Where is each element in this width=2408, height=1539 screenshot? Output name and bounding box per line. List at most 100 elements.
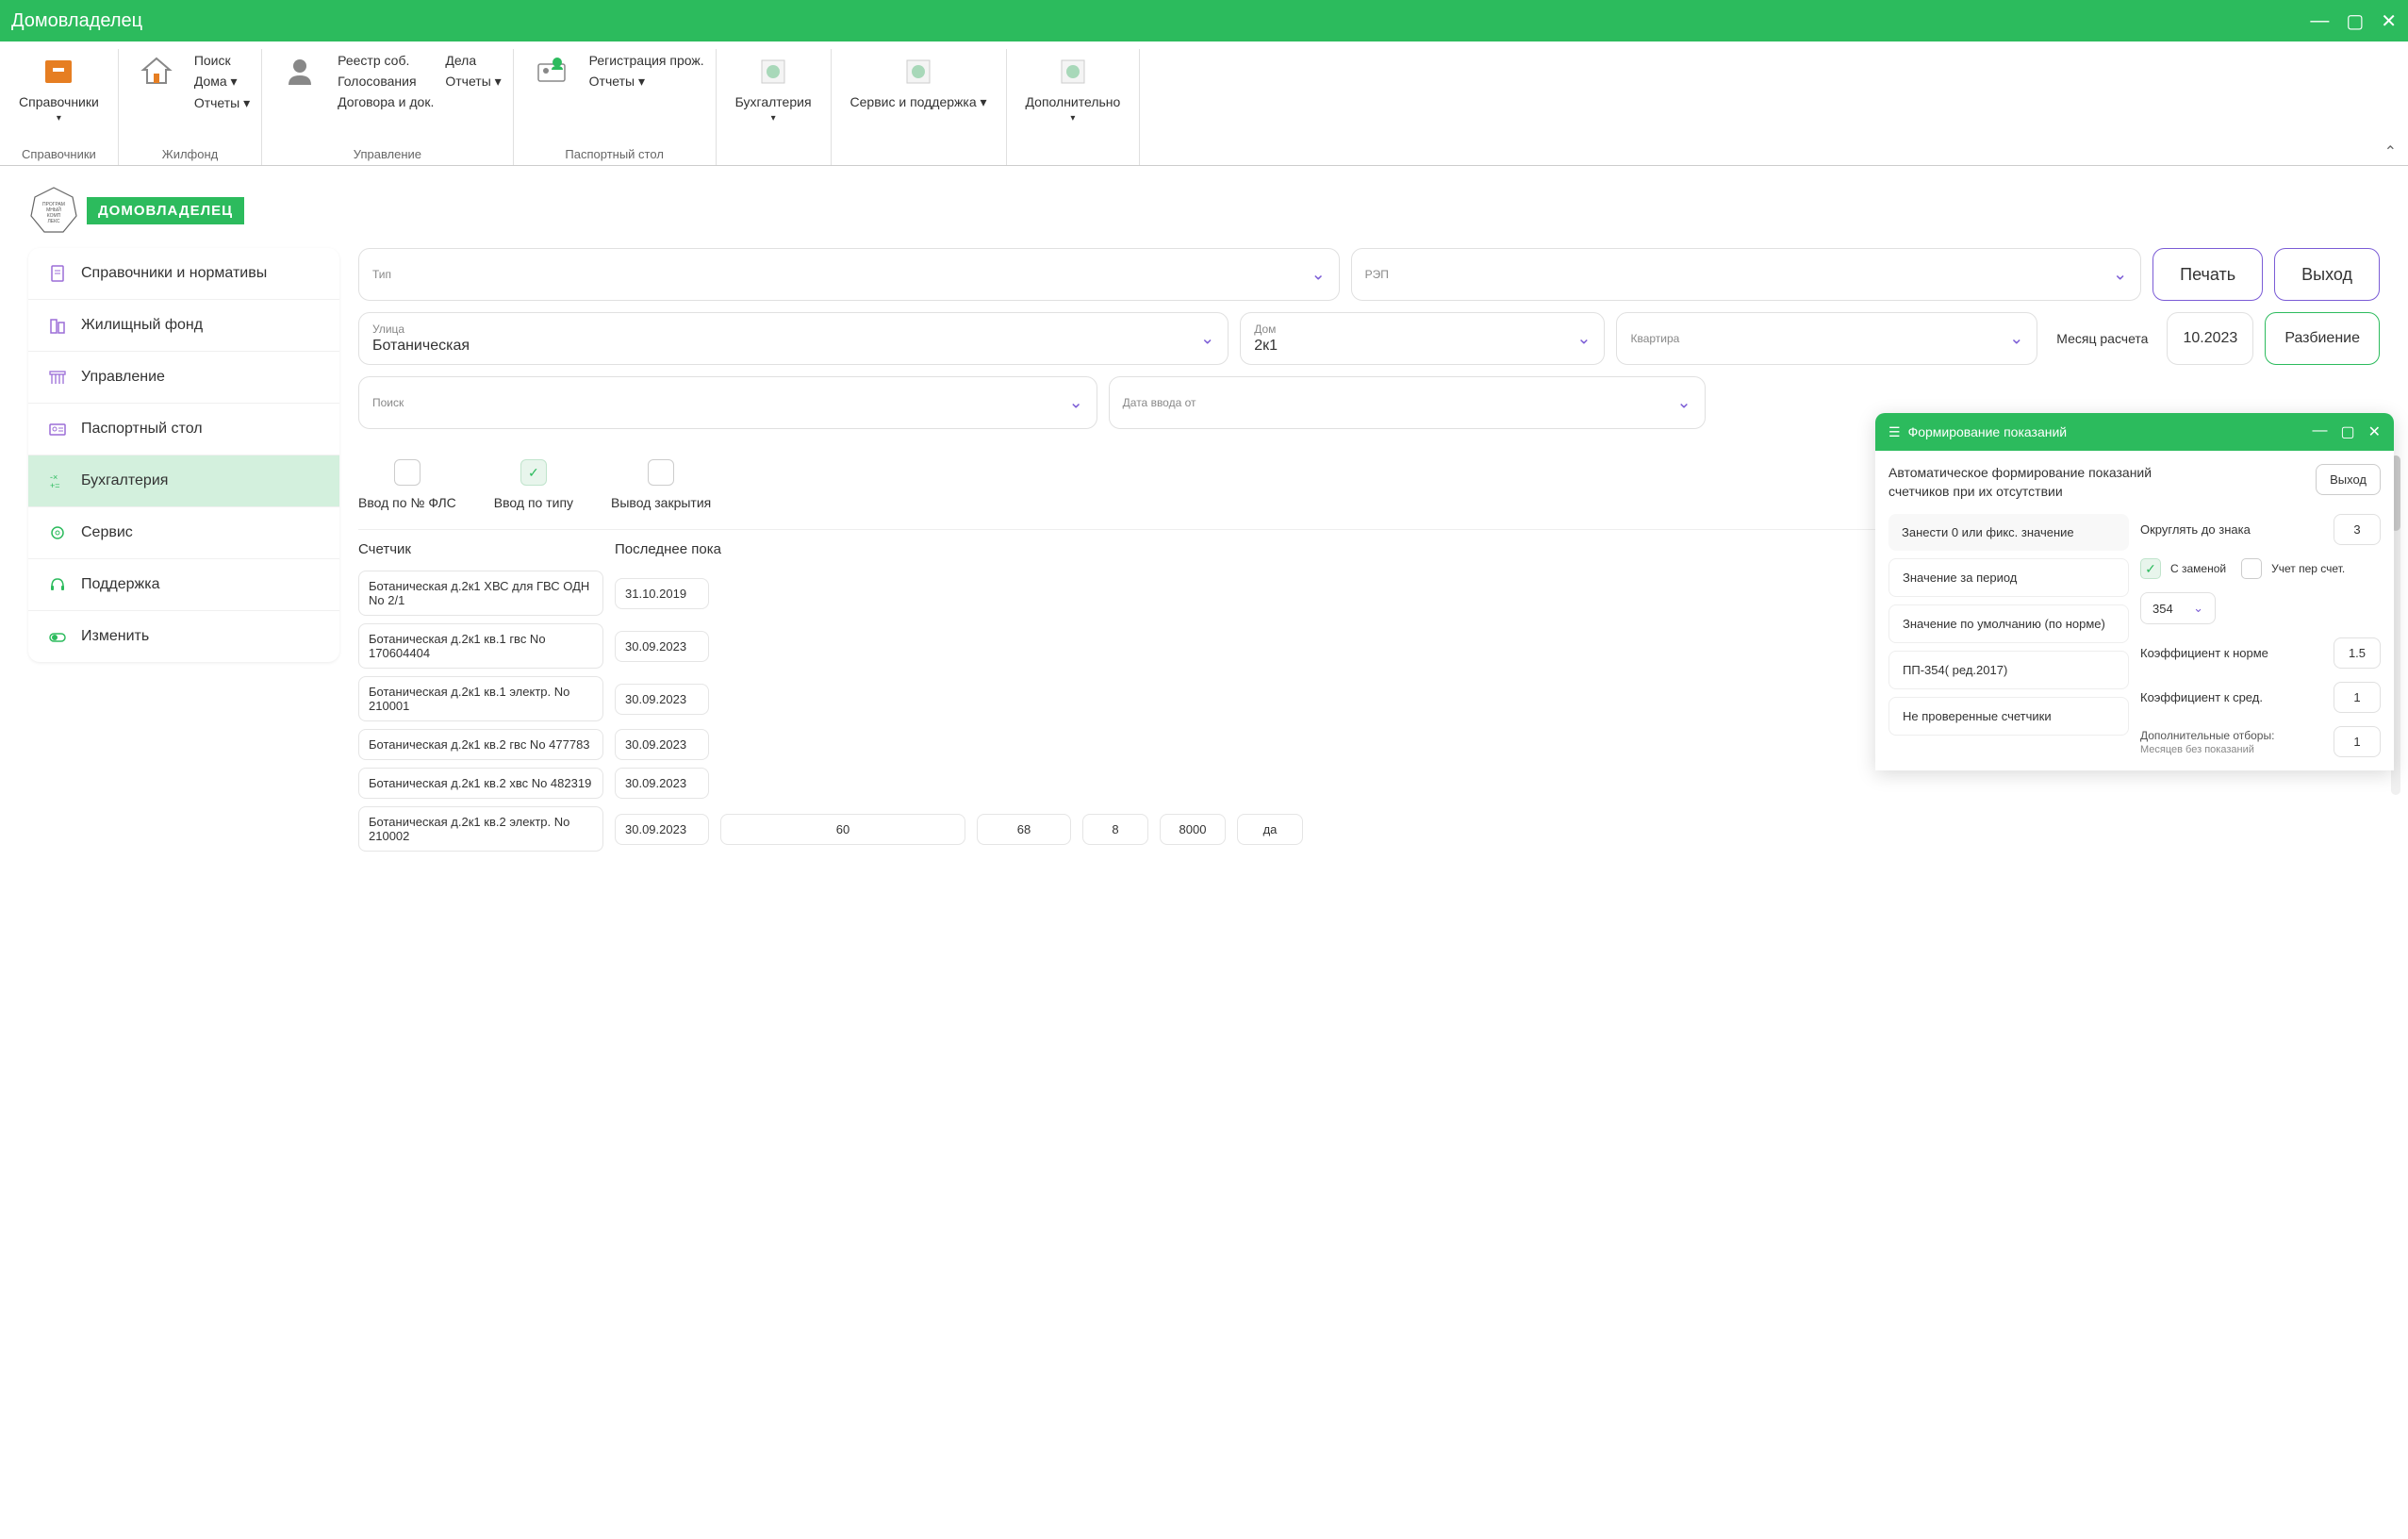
filter-type[interactable]: Тип ⌄: [358, 248, 1340, 301]
sidebar-item-support[interactable]: Поддержка: [28, 559, 339, 611]
filter-label: Улица: [372, 323, 1214, 336]
exit-button[interactable]: Выход: [2274, 248, 2380, 301]
cell-date[interactable]: 30.09.2023: [615, 631, 709, 662]
close-icon[interactable]: ✕: [2381, 9, 2397, 33]
chevron-down-icon: ⌄: [2193, 601, 2203, 616]
content-area: Тип ⌄ РЭП ⌄ Печать Выход Улица Ботаничес…: [358, 248, 2380, 855]
ribbon-link-reports2[interactable]: Отчеты ▾: [445, 74, 501, 90]
modal-maximize-icon[interactable]: ▢: [2340, 422, 2354, 441]
ribbon-link-search[interactable]: Поиск: [194, 53, 250, 68]
round-input[interactable]: 3: [2334, 514, 2381, 545]
ribbon-link-reports3[interactable]: Отчеты ▾: [589, 74, 704, 90]
option-pp354[interactable]: ПП-354( ред.2017): [1888, 651, 2129, 689]
cell-date[interactable]: 30.09.2023: [615, 814, 709, 845]
months-no-read-input[interactable]: 1: [2334, 726, 2381, 757]
window-controls: — ▢ ✕: [2310, 9, 2397, 33]
ribbon-link-voting[interactable]: Голосования: [338, 74, 434, 89]
filter-label: Дом: [1254, 323, 1591, 336]
cell-meter[interactable]: Ботаническая д.2к1 кв.2 хвс No 482319: [358, 768, 603, 799]
months-no-read-label: Месяцев без показаний: [2140, 744, 2274, 755]
clipboard-icon: ☰: [1888, 424, 1901, 440]
per-account-checkbox[interactable]: [2241, 558, 2262, 579]
filter-street[interactable]: Улица Ботаническая ⌄: [358, 312, 1229, 365]
filter-row-2: Улица Ботаническая ⌄ Дом 2к1 ⌄ Квартира …: [358, 312, 2380, 365]
check-by-type: ✓ Ввод по типу: [494, 459, 573, 510]
cell-small[interactable]: 68: [977, 814, 1071, 845]
ribbon-group-label: Жилфонд: [162, 143, 219, 165]
checkbox[interactable]: [394, 459, 421, 486]
select-value: 354: [2152, 602, 2173, 616]
sidebar-label: Поддержка: [81, 576, 159, 593]
modal-minimize-icon[interactable]: —: [2312, 422, 2327, 441]
cell-date[interactable]: 30.09.2023: [615, 684, 709, 715]
replace-label: С заменой: [2170, 562, 2226, 575]
norm-select[interactable]: 354 ⌄: [2140, 592, 2216, 624]
filter-flat[interactable]: Квартира ⌄: [1616, 312, 2037, 365]
filter-date-from[interactable]: Дата ввода от ⌄: [1109, 376, 1706, 429]
maximize-icon[interactable]: ▢: [2346, 9, 2364, 33]
ribbon-link-reports[interactable]: Отчеты ▾: [194, 95, 250, 111]
filter-search[interactable]: Поиск ⌄: [358, 376, 1097, 429]
print-button[interactable]: Печать: [2152, 248, 2263, 301]
checkbox[interactable]: [648, 459, 674, 486]
sidebar-item-spravochniki[interactable]: Справочники и нормативы: [28, 248, 339, 300]
cell-small[interactable]: 8: [1082, 814, 1148, 845]
modal-subtitle: Автоматическое формирование показаний сч…: [1888, 464, 2209, 501]
cell-meter[interactable]: Ботаническая д.2к1 кв.1 электр. No 21000…: [358, 676, 603, 721]
ribbon-group-upravlenie: Реестр соб. Голосования Договора и док. …: [262, 49, 514, 165]
split-button[interactable]: Разбиение: [2265, 312, 2380, 365]
ribbon-buh-button[interactable]: Бухгалтерия ▾: [728, 49, 819, 127]
sidebar-item-upravlenie[interactable]: Управление: [28, 352, 339, 404]
circle-icon: [899, 53, 937, 91]
coef-avg-input[interactable]: 1: [2334, 682, 2381, 713]
option-default[interactable]: Значение по умолчанию (по норме): [1888, 604, 2129, 643]
sidebar-item-change[interactable]: Изменить: [28, 611, 339, 662]
toggle-icon: [47, 626, 68, 647]
cell-small[interactable]: да: [1237, 814, 1303, 845]
cell-meter[interactable]: Ботаническая д.2к1 кв.2 гвс No 477783: [358, 729, 603, 760]
ribbon-link-registry[interactable]: Реестр соб.: [338, 53, 434, 68]
option-unchecked[interactable]: Не проверенные счетчики: [1888, 697, 2129, 736]
cell-small[interactable]: 8000: [1160, 814, 1226, 845]
replace-checkbox[interactable]: ✓: [2140, 558, 2161, 579]
cell-date[interactable]: 30.09.2023: [615, 768, 709, 799]
modal-exit-button[interactable]: Выход: [2316, 464, 2381, 495]
option-period[interactable]: Значение за период: [1888, 558, 2129, 597]
filter-row-1: Тип ⌄ РЭП ⌄ Печать Выход: [358, 248, 2380, 301]
cell-meter[interactable]: Ботаническая д.2к1 кв.1 гвс No 170604404: [358, 623, 603, 669]
option-zero[interactable]: Занести 0 или фикс. значение: [1888, 514, 2129, 551]
sidebar-item-zhilfond[interactable]: Жилищный фонд: [28, 300, 339, 352]
month-input[interactable]: 10.2023: [2167, 312, 2253, 365]
extra-filters-label: Дополнительные отборы:: [2140, 729, 2274, 742]
round-label: Округлять до знака: [2140, 522, 2251, 537]
ribbon-link-contracts[interactable]: Договора и док.: [338, 94, 434, 109]
ribbon-link-cases[interactable]: Дела: [445, 53, 501, 68]
sidebar-item-buh[interactable]: -×+= Бухгалтерия: [28, 455, 339, 507]
filter-rep[interactable]: РЭП ⌄: [1351, 248, 2142, 301]
ribbon-service-button[interactable]: Сервис и поддержка ▾: [843, 49, 995, 114]
filter-value: Ботаническая: [372, 338, 1214, 355]
modal-close-icon[interactable]: ✕: [2368, 422, 2381, 441]
cell-date[interactable]: 30.09.2023: [615, 729, 709, 760]
ribbon-extra-button[interactable]: Дополнительно ▾: [1018, 49, 1129, 127]
sidebar-label: Паспортный стол: [81, 421, 203, 438]
ribbon-link-houses[interactable]: Дома ▾: [194, 74, 250, 90]
cell-date[interactable]: 31.10.2019: [615, 578, 709, 609]
sidebar-label: Сервис: [81, 524, 133, 541]
coef-norm-input[interactable]: 1.5: [2334, 637, 2381, 669]
sidebar-item-service[interactable]: Сервис: [28, 507, 339, 559]
filter-house[interactable]: Дом 2к1 ⌄: [1240, 312, 1605, 365]
svg-text:МНЫЙ: МНЫЙ: [46, 206, 61, 213]
checkbox[interactable]: ✓: [520, 459, 547, 486]
sidebar-item-passport[interactable]: Паспортный стол: [28, 404, 339, 455]
chevron-down-icon: ⌄: [1069, 393, 1083, 413]
ribbon-link-registration[interactable]: Регистрация прож.: [589, 53, 704, 68]
cell-meter[interactable]: Ботаническая д.2к1 ХВС для ГВС ОДН No 2/…: [358, 571, 603, 616]
cell-meter[interactable]: Ботаническая д.2к1 кв.2 электр. No 21000…: [358, 806, 603, 852]
ribbon-spravochniki-button[interactable]: Справочники ▾: [11, 49, 107, 127]
cell-small[interactable]: 60: [720, 814, 965, 845]
title-bar: Домовладелец — ▢ ✕: [0, 0, 2408, 41]
ribbon-collapse-icon[interactable]: ⌃: [2384, 142, 2397, 161]
ribbon-group-label: Справочники: [22, 143, 96, 165]
minimize-icon[interactable]: —: [2310, 10, 2329, 32]
